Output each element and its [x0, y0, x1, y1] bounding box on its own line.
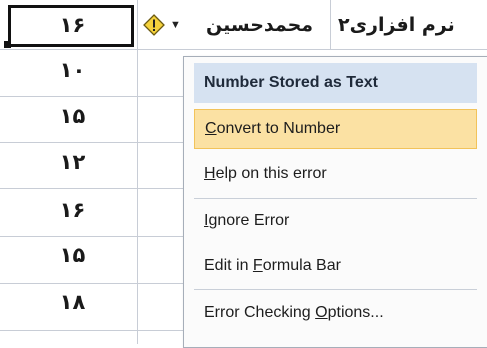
- cell-value[interactable]: ۱۰: [10, 58, 135, 82]
- cell-value[interactable]: ۱۶: [10, 198, 135, 222]
- menu-item-label: ptions...: [327, 304, 384, 321]
- cell-name[interactable]: نرم افزاری۲: [338, 14, 455, 36]
- menu-item-ignore-error[interactable]: Ignore Error: [194, 201, 477, 241]
- menu-title: Number Stored as Text: [194, 63, 477, 103]
- menu-item-label: ormula Bar: [262, 257, 341, 274]
- cell-value[interactable]: ۱۲: [10, 150, 135, 174]
- menu-separator: [194, 289, 477, 290]
- menu-item-label: onvert to Number: [216, 120, 341, 137]
- column-divider: [330, 0, 331, 50]
- menu-item-error-checking-options[interactable]: Error Checking Options...: [194, 293, 477, 333]
- menu-item-edit-in-formula-bar[interactable]: Edit in Formula Bar: [194, 246, 477, 286]
- access-key: F: [252, 257, 263, 274]
- menu-item-label: Edit in: [204, 257, 253, 274]
- menu-item-label: gnore Error: [208, 212, 290, 229]
- warning-diamond-icon: [143, 14, 165, 36]
- chevron-down-icon: ▼: [170, 19, 181, 31]
- active-cell-border: [8, 5, 134, 47]
- error-options-menu: Number Stored as Text Convert to Number …: [183, 56, 487, 348]
- cell-value[interactable]: ۱۵: [10, 104, 135, 128]
- cell-value[interactable]: ۱۸: [10, 290, 135, 314]
- error-check-button[interactable]: ▼: [139, 11, 191, 39]
- menu-item-help[interactable]: Help on this error: [194, 154, 477, 194]
- row-divider: [0, 49, 487, 50]
- access-key: H: [204, 165, 216, 182]
- menu-item-label: elp on this error: [215, 165, 327, 182]
- cell-name[interactable]: محمدحسین: [206, 14, 313, 36]
- access-key: C: [205, 120, 217, 137]
- menu-item-label: Error Checking: [204, 304, 316, 321]
- menu-separator: [194, 198, 477, 199]
- column-divider: [137, 0, 138, 344]
- access-key: O: [315, 304, 328, 321]
- menu-item-convert-to-number[interactable]: Convert to Number: [194, 109, 477, 149]
- cell-value[interactable]: ۱۵: [10, 243, 135, 267]
- fill-handle[interactable]: [4, 41, 11, 48]
